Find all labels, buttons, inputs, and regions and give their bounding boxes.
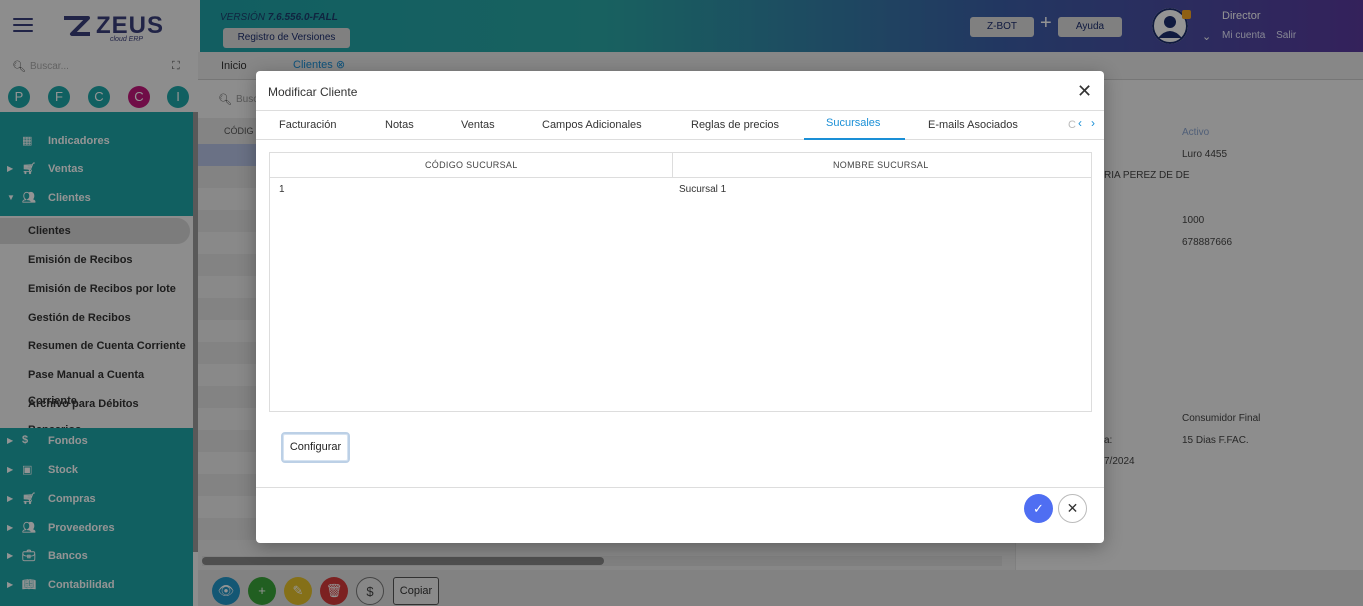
active-tab-indicator — [804, 138, 905, 140]
divider — [256, 487, 1104, 488]
column-codigo-sucursal[interactable]: CÓDIGO SUCURSAL — [425, 160, 518, 170]
tab-facturacion[interactable]: Facturación — [279, 119, 336, 131]
tabs-scroll-left-icon[interactable]: ‹ — [1078, 116, 1082, 130]
column-divider[interactable] — [672, 153, 673, 178]
confirm-button[interactable]: ✓ — [1024, 494, 1053, 523]
tab-notas[interactable]: Notas — [385, 119, 414, 131]
tab-reglas-precios[interactable]: Reglas de precios — [691, 119, 779, 131]
modificar-cliente-modal: Modificar Cliente ✕ Facturación Notas Ve… — [256, 71, 1104, 543]
tab-sucursales[interactable]: Sucursales — [826, 117, 880, 129]
grid-header: CÓDIGO SUCURSAL NOMBRE SUCURSAL — [270, 153, 1091, 178]
check-icon: ✓ — [1033, 501, 1044, 516]
divider — [256, 139, 1104, 140]
tabs-scroll-right-icon[interactable]: › — [1091, 116, 1095, 130]
tab-ventas[interactable]: Ventas — [461, 119, 495, 131]
column-nombre-sucursal[interactable]: NOMBRE SUCURSAL — [833, 160, 929, 170]
divider — [256, 110, 1104, 111]
cell-nombre: Sucursal 1 — [679, 184, 727, 195]
cancel-button[interactable]: ✕ — [1058, 494, 1087, 523]
tab-emails-asociados[interactable]: E-mails Asociados — [928, 119, 1018, 131]
close-icon[interactable]: ✕ — [1077, 81, 1092, 102]
configurar-button[interactable]: Configurar — [281, 432, 350, 463]
sucursales-grid: CÓDIGO SUCURSAL NOMBRE SUCURSAL 1 Sucurs… — [269, 152, 1092, 412]
close-icon: ✕ — [1066, 500, 1079, 516]
tab-campos-adicionales[interactable]: Campos Adicionales — [542, 119, 642, 131]
modal-title: Modificar Cliente — [268, 85, 358, 99]
tab-overflow: C — [1068, 119, 1076, 131]
cell-codigo: 1 — [279, 184, 285, 195]
